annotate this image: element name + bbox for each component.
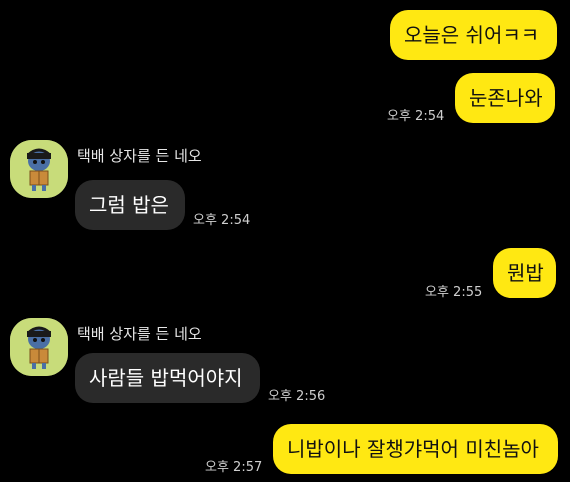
message-timestamp: 오후 2:56 — [268, 389, 326, 404]
sender-name: 택배 상자를 든 네오 — [77, 147, 202, 165]
message-timestamp: 오후 2:54 — [387, 109, 445, 124]
message-timestamp: 오후 2:55 — [425, 285, 483, 300]
message-timestamp: 오후 2:54 — [193, 213, 251, 228]
message-timestamp: 오후 2:57 — [205, 460, 263, 475]
message-bubble-mine[interactable]: 오늘은 쉬어ㅋㅋ — [390, 10, 557, 60]
message-bubble-mine[interactable]: 눈존나와 — [455, 73, 555, 123]
sender-avatar[interactable] — [10, 140, 68, 198]
message-bubble-mine[interactable]: 뭔밥 — [493, 248, 556, 298]
neo-with-box-avatar-icon — [10, 318, 68, 376]
message-bubble-other[interactable]: 사람들 밥먹어야지 — [75, 353, 260, 403]
neo-with-box-avatar-icon — [10, 140, 68, 198]
sender-name: 택배 상자를 든 네오 — [77, 325, 202, 343]
message-bubble-mine[interactable]: 니밥이나 잘챙갸먹어 미친놈아 — [273, 424, 558, 474]
sender-avatar[interactable] — [10, 318, 68, 376]
message-bubble-other[interactable]: 그럼 밥은 — [75, 180, 185, 230]
